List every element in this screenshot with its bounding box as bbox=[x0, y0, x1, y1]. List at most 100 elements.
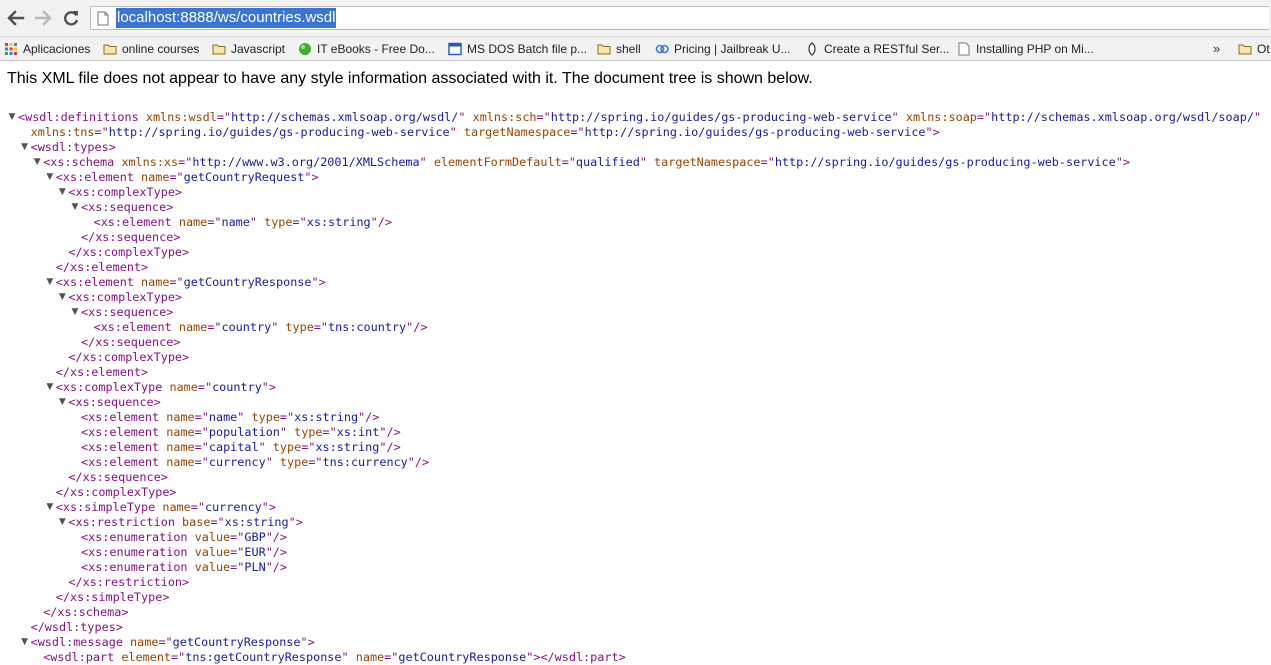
collapse-triangle-icon[interactable]: ▼ bbox=[45, 275, 55, 290]
xml-attr-name: xmlns:soap bbox=[898, 110, 977, 124]
back-button[interactable] bbox=[5, 6, 27, 30]
xml-tag-text: <xs:element bbox=[81, 425, 160, 439]
xml-attr-name: name bbox=[162, 380, 198, 394]
xml-line-text: <xs:enumeration value="EUR"/> bbox=[81, 545, 287, 560]
xml-attr-value: name bbox=[221, 215, 250, 229]
collapse-triangle-icon[interactable]: ▼ bbox=[45, 170, 55, 185]
window-icon bbox=[448, 42, 462, 55]
xml-attr-value: PLN bbox=[244, 560, 266, 574]
xml-attr-name: name bbox=[159, 455, 195, 469]
xml-tag-text: " bbox=[891, 110, 899, 124]
xml-line-text: <xs:sequence> bbox=[68, 395, 160, 410]
xml-tag-text: <xs:sequence> bbox=[68, 395, 161, 409]
collapse-triangle-icon[interactable]: ▼ bbox=[32, 155, 42, 170]
xml-attr-value: xs:string bbox=[315, 440, 380, 454]
xml-line: xmlns:tns="http://spring.io/guides/gs-pr… bbox=[0, 125, 1271, 140]
arrow-right-icon bbox=[34, 10, 52, 26]
xml-line-text: </xs:schema> bbox=[43, 605, 128, 620]
xml-tag-text: =" bbox=[207, 215, 222, 229]
bookmark-pricing-jailbreak[interactable]: Pricing | Jailbreak U... bbox=[655, 37, 791, 60]
xml-line-text: <wsdl:types> bbox=[31, 140, 116, 155]
xml-tag-text: " bbox=[265, 455, 273, 469]
collapse-triangle-icon[interactable]: ▼ bbox=[45, 380, 55, 395]
collapse-triangle-icon[interactable]: ▼ bbox=[45, 500, 55, 515]
xml-tag-text: </xs:element> bbox=[55, 260, 149, 274]
forward-button[interactable] bbox=[32, 6, 54, 30]
xml-attr-value: getCountryResponse bbox=[398, 650, 527, 664]
bookmarks-overflow-chevron[interactable]: » bbox=[1213, 37, 1220, 60]
bookmark-online-courses[interactable]: online courses bbox=[103, 37, 199, 60]
collapse-triangle-icon[interactable]: ▼ bbox=[57, 290, 67, 305]
xml-tag-text: =" bbox=[760, 155, 775, 169]
xml-attr-name: name bbox=[171, 215, 208, 229]
bookmark-other[interactable]: Ot bbox=[1238, 37, 1271, 60]
bookmark-restful[interactable]: Create a RESTful Ser... bbox=[805, 37, 949, 60]
bookmark-label: shell bbox=[616, 41, 641, 56]
xml-line: </xs:restriction> bbox=[0, 575, 1271, 590]
bookmark-javascript[interactable]: Javascript bbox=[212, 37, 285, 60]
bookmark-label: Create a RESTful Ser... bbox=[824, 41, 950, 56]
xml-line: <xs:enumeration value="EUR"/> bbox=[0, 545, 1271, 560]
folder-icon bbox=[103, 44, 117, 54]
collapse-triangle-icon[interactable]: ▼ bbox=[57, 185, 67, 200]
address-bar[interactable]: localhost:8888/ws/countries.wsdl bbox=[90, 6, 1269, 30]
bookmark-ms-dos[interactable]: MS DOS Batch file p... bbox=[448, 37, 587, 60]
xml-line-text: </xs:sequence> bbox=[68, 470, 167, 485]
xml-tag-text: "/> bbox=[379, 425, 401, 439]
xml-line-text: <wsdl:part element="tns:getCountryRespon… bbox=[43, 650, 625, 665]
xml-attr-name: base bbox=[174, 515, 211, 529]
xml-line-text: <xs:simpleType name="currency"> bbox=[56, 500, 276, 515]
xml-attr-name: value bbox=[187, 545, 231, 559]
xml-line-text: <wsdl:definitions xmlns:wsdl="http://sch… bbox=[18, 110, 1261, 125]
collapse-triangle-icon[interactable]: ▼ bbox=[20, 635, 30, 650]
xml-attr-value: EUR bbox=[244, 545, 266, 559]
url-text[interactable]: localhost:8888/ws/countries.wsdl bbox=[116, 8, 337, 28]
xml-line: ▼ <xs:simpleType name="currency"> bbox=[0, 500, 1271, 515]
xml-attr-value: country bbox=[212, 380, 262, 394]
xml-attr-name: name bbox=[133, 170, 170, 184]
xml-tag-text: "/> bbox=[358, 410, 380, 424]
collapse-triangle-icon[interactable]: ▼ bbox=[20, 140, 30, 155]
bookmark-it-ebooks[interactable]: IT eBooks - Free Do... bbox=[298, 37, 435, 60]
bookmark-aplicaciones[interactable]: Aplicaciones bbox=[4, 37, 90, 60]
xml-tag-text: =" bbox=[308, 455, 323, 469]
xml-line: ▼ <xs:element name="getCountryResponse"> bbox=[0, 275, 1271, 290]
xml-attr-value: population bbox=[208, 425, 280, 439]
collapse-triangle-icon[interactable]: ▼ bbox=[70, 200, 80, 215]
xml-line-text: <xs:schema xmlns:xs="http://www.w3.org/2… bbox=[43, 155, 1130, 170]
xml-tag-text: <xs:element bbox=[93, 320, 172, 334]
xml-line: </xs:sequence> bbox=[0, 230, 1271, 245]
xml-line: </xs:sequence> bbox=[0, 335, 1271, 350]
xml-tag-text: <xs:restriction bbox=[68, 515, 175, 529]
xml-tag-text: "> bbox=[925, 125, 940, 139]
bookmark-installing-php[interactable]: Installing PHP on Mi... bbox=[957, 37, 1094, 60]
collapse-triangle-icon[interactable]: ▼ bbox=[70, 305, 80, 320]
xml-line: ▼ <wsdl:message name="getCountryResponse"… bbox=[0, 635, 1271, 650]
collapse-triangle-icon[interactable]: ▼ bbox=[57, 515, 67, 530]
xml-tag-text: "/> bbox=[265, 545, 288, 559]
xml-attr-value: country bbox=[221, 320, 272, 334]
xml-line: </xs:complexType> bbox=[0, 350, 1271, 365]
bookmark-shell[interactable]: shell bbox=[597, 37, 641, 60]
xml-tag-text: <xs:schema bbox=[43, 155, 115, 169]
bookmarks-bar: Aplicaciones online courses Javascript I… bbox=[0, 37, 1271, 61]
collapse-triangle-icon[interactable]: ▼ bbox=[7, 110, 17, 125]
xml-tag-text: =" bbox=[94, 125, 109, 139]
xml-line: </xs:schema> bbox=[0, 605, 1271, 620]
xml-line: <xs:element name="name" type="xs:string"… bbox=[0, 410, 1271, 425]
xml-attr-value: http://spring.io/guides/gs-producing-web… bbox=[550, 110, 892, 124]
xml-line-text: <xs:restriction base="xs:string"> bbox=[68, 515, 302, 530]
xml-line-text: </xs:element> bbox=[56, 260, 148, 275]
xml-tag-text: "> bbox=[261, 380, 277, 394]
collapse-triangle-icon[interactable]: ▼ bbox=[57, 395, 67, 410]
xml-tag-text: "> bbox=[1115, 155, 1130, 169]
xml-tag-text: "> bbox=[288, 515, 303, 529]
reload-button[interactable] bbox=[60, 6, 82, 30]
xml-tag-text: " bbox=[341, 650, 349, 664]
xml-tag-text: <xs:sequence> bbox=[81, 200, 174, 214]
xml-tag-text: <xs:element bbox=[55, 275, 134, 289]
xml-line-text: </xs:element> bbox=[56, 365, 148, 380]
xml-line-text: <xs:enumeration value="PLN"/> bbox=[81, 560, 287, 575]
xml-line-text: </xs:complexType> bbox=[68, 350, 189, 365]
xml-attr-value: http://spring.io/guides/gs-producing-web… bbox=[584, 125, 926, 139]
